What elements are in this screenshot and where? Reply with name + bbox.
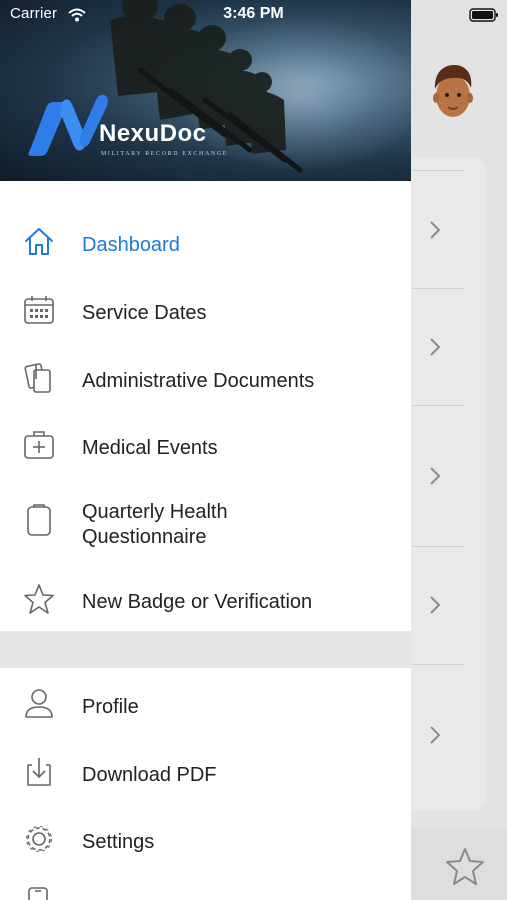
medical-kit-icon (24, 431, 54, 459)
menu-item-download-pdf[interactable]: Download PDF (0, 755, 411, 795)
device-icon (28, 887, 48, 900)
chevron-right-icon[interactable] (428, 219, 442, 241)
menu-label: Profile (82, 696, 139, 718)
chevron-right-icon[interactable] (428, 465, 442, 487)
status-time: 3:46 PM (223, 5, 284, 22)
menu-item-settings[interactable]: Settings (0, 822, 411, 862)
menu-section-separator (0, 631, 411, 668)
avatar[interactable] (428, 62, 478, 124)
menu-item-dashboard[interactable]: Dashboard (0, 225, 411, 265)
background-divider (412, 664, 464, 665)
favorite-star-icon[interactable] (444, 846, 486, 886)
status-bar: Carrier 3:46 PM (0, 0, 507, 30)
brand-tagline: MILITARY RECORD EXCHANGE (101, 151, 229, 157)
gear-icon (26, 826, 52, 852)
documents-icon (24, 363, 51, 393)
menu-label: Download PDF (82, 764, 217, 786)
menu-item-medical-events[interactable]: Medical Events (0, 428, 411, 468)
menu-item-profile[interactable]: Profile (0, 687, 411, 727)
nexudoc-logo (28, 94, 108, 156)
download-icon (27, 758, 51, 786)
chevron-right-icon[interactable] (428, 594, 442, 616)
background-divider (412, 288, 464, 289)
menu-label: Dashboard (82, 234, 180, 256)
person-icon (25, 689, 53, 718)
brand-name: NexuDoc (99, 120, 207, 147)
menu-label: Settings (82, 831, 155, 853)
battery-icon (469, 8, 498, 22)
background-divider (412, 546, 464, 547)
calendar-icon (24, 296, 54, 324)
chevron-right-icon[interactable] (428, 724, 442, 746)
menu-label-line1: Quarterly Health (82, 501, 228, 523)
background-divider (412, 170, 464, 171)
menu-label: Medical Events (82, 437, 218, 459)
menu-label-line2: Questionnaire (82, 526, 207, 548)
menu-label: Administrative Documents (82, 370, 315, 392)
menu-label: New Badge or Verification (82, 591, 313, 613)
menu-item-service-dates[interactable]: Service Dates (0, 293, 411, 333)
menu-label: Service Dates (82, 302, 207, 324)
navigation-drawer: NexuDoc MILITARY RECORD EXCHANGE Dashboa… (0, 0, 411, 900)
star-icon (24, 584, 54, 614)
menu-item-administrative-documents[interactable]: Administrative Documents (0, 361, 411, 401)
background-card (400, 158, 486, 810)
menu-item-new-badge-or-verification[interactable]: New Badge or Verification (0, 582, 411, 622)
home-icon (25, 228, 53, 255)
chevron-right-icon[interactable] (428, 336, 442, 358)
background-divider (412, 405, 464, 406)
menu-item-quarterly-health-questionnaire[interactable]: Quarterly Health Questionnaire (0, 499, 411, 555)
clipboard-icon (27, 504, 51, 536)
